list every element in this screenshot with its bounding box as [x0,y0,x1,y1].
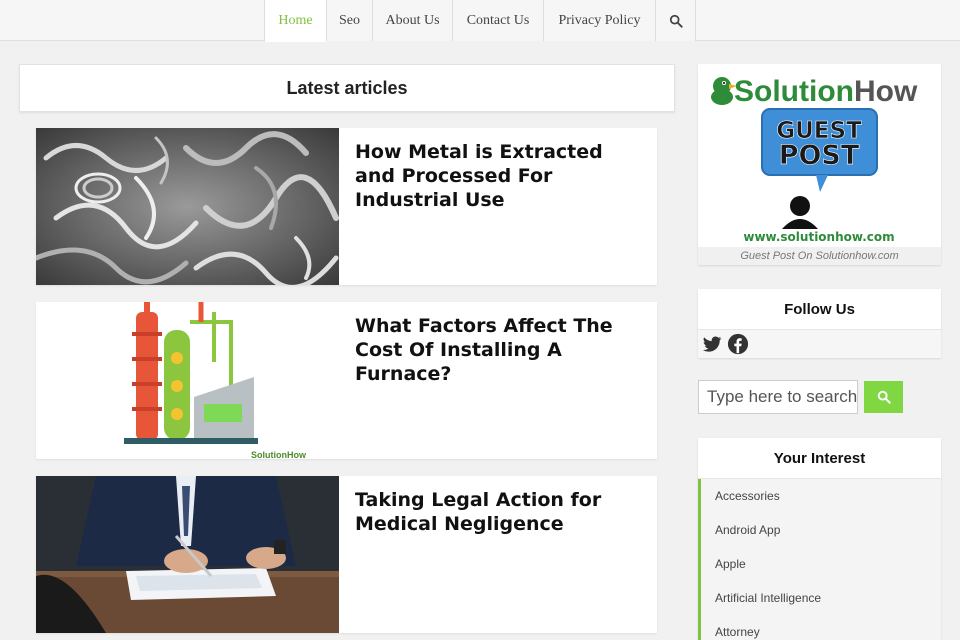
article-card[interactable]: SolutionHow What Factors Affect The Cost… [36,302,657,459]
follow-us-heading: Follow Us [698,289,941,330]
interest-item-artificial-intelligence[interactable]: Artificial Intelligence [701,581,941,615]
search-input[interactable] [698,380,858,414]
your-interest-widget: Your Interest Accessories Android App Ap… [698,438,941,640]
interest-item-apple[interactable]: Apple [701,547,941,581]
main-menu: Home Seo About Us Contact Us Privacy Pol… [264,0,696,42]
interest-list: Accessories Android App Apple Artificial… [698,479,941,640]
article-thumbnail-metal[interactable] [36,128,339,285]
article-card[interactable]: Taking Legal Action for Medical Negligen… [36,476,657,633]
svg-text:www.solutionhow.com: www.solutionhow.com [743,230,894,244]
search-icon [669,14,683,28]
interest-item-android-app[interactable]: Android App [701,513,941,547]
follow-us-widget: Follow Us [698,289,941,358]
industrial-furnace-image: SolutionHow [36,302,339,459]
nav-contact-us[interactable]: Contact Us [452,0,543,41]
svg-text:SolutionHow: SolutionHow [251,450,307,459]
twitter-icon[interactable] [701,333,723,355]
guest-post-widget[interactable]: SolutionHow GUEST POST www.solutionhow.c… [698,64,941,265]
article-title[interactable]: How Metal is Extracted and Processed For… [355,140,635,212]
nav-privacy-policy[interactable]: Privacy Policy [543,0,655,41]
nav-seo[interactable]: Seo [326,0,372,41]
latest-articles-heading: Latest articles [19,64,675,112]
social-icons [698,330,941,358]
nav-home[interactable]: Home [264,0,326,42]
facebook-icon[interactable] [727,333,749,355]
interest-item-accessories[interactable]: Accessories [701,479,941,513]
guest-post-banner-image: SolutionHow GUEST POST www.solutionhow.c… [698,64,941,247]
top-navbar: Home Seo About Us Contact Us Privacy Pol… [0,0,960,42]
article-title[interactable]: Taking Legal Action for Medical Negligen… [355,488,635,536]
search-submit-button[interactable] [864,381,903,413]
metal-shavings-image [36,128,339,285]
interest-item-attorney[interactable]: Attorney [701,615,941,640]
search-icon [877,390,891,404]
svg-text:SolutionHow: SolutionHow [734,75,918,108]
article-thumbnail-furnace[interactable]: SolutionHow [36,302,339,459]
article-thumbnail-legal[interactable] [36,476,339,633]
document-signing-image [36,476,339,633]
nav-about-us[interactable]: About Us [372,0,452,41]
article-card[interactable]: How Metal is Extracted and Processed For… [36,128,657,285]
article-title[interactable]: What Factors Affect The Cost Of Installi… [355,314,635,386]
your-interest-heading: Your Interest [698,438,941,479]
svg-text:POST: POST [779,140,860,171]
guest-post-caption: Guest Post On Solutionhow.com [698,247,941,265]
sidebar-search [698,380,941,414]
nav-search-button[interactable] [655,0,696,41]
